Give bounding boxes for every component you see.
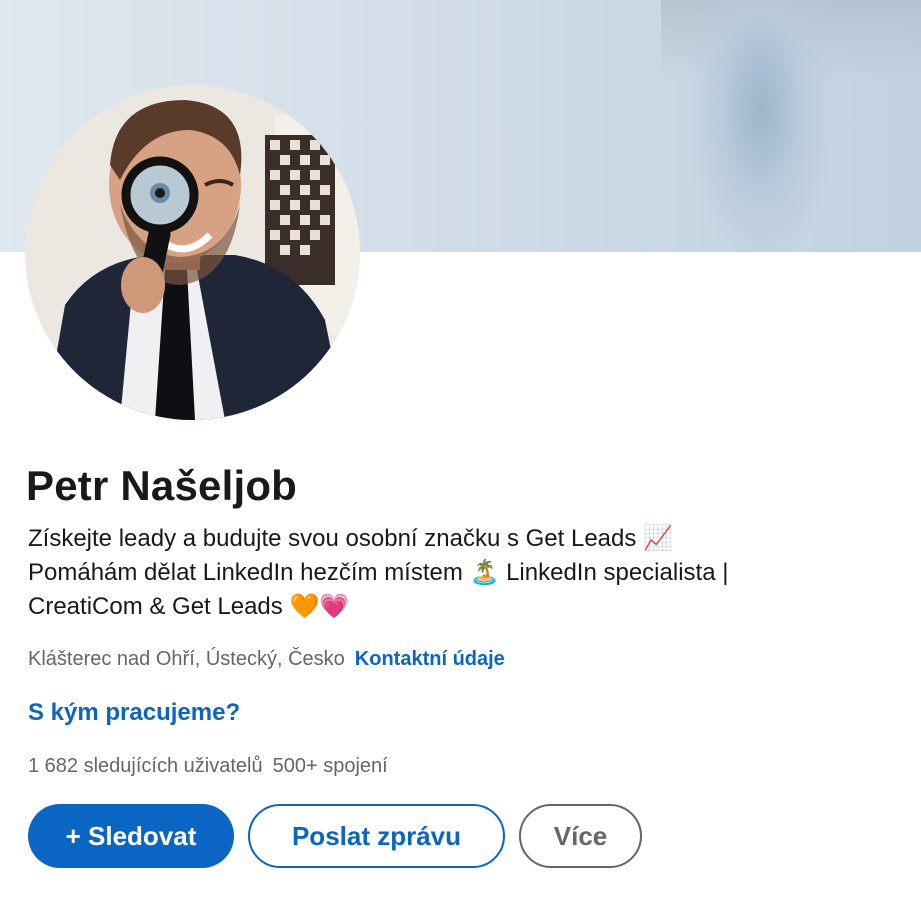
cta-link[interactable]: S kým pracujeme?	[28, 699, 240, 727]
avatar-photo	[25, 85, 360, 420]
headline-line: CreatiCom & Get Leads 🧡💗	[28, 593, 350, 620]
followers-count: 1 682 sledujících uživatelů	[28, 755, 263, 777]
follow-button[interactable]: + Sledovat	[28, 804, 234, 868]
profile-headline: Získejte leady a budujte svou osobní zna…	[28, 522, 848, 624]
profile-avatar[interactable]	[25, 85, 360, 420]
message-button[interactable]: Poslat zprávu	[248, 804, 505, 868]
contact-info-link[interactable]: Kontaktní údaje	[355, 648, 505, 670]
headline-line: Pomáhám dělat LinkedIn hezčím místem 🏝️ …	[28, 559, 729, 586]
location-text: Klášterec nad Ohří, Ústecký, Česko	[28, 648, 345, 670]
location-row: Klášterec nad Ohří, Ústecký, Česko Kontak…	[28, 648, 505, 671]
profile-name: Petr Našeljob	[26, 462, 298, 509]
headline-line: Získejte leady a budujte svou osobní zna…	[28, 525, 673, 552]
connections-count[interactable]: 500+ spojení	[273, 755, 388, 777]
more-button[interactable]: Více	[519, 804, 642, 868]
profile-stats: 1 682 sledujících uživatelů 500+ spojení	[28, 755, 388, 778]
